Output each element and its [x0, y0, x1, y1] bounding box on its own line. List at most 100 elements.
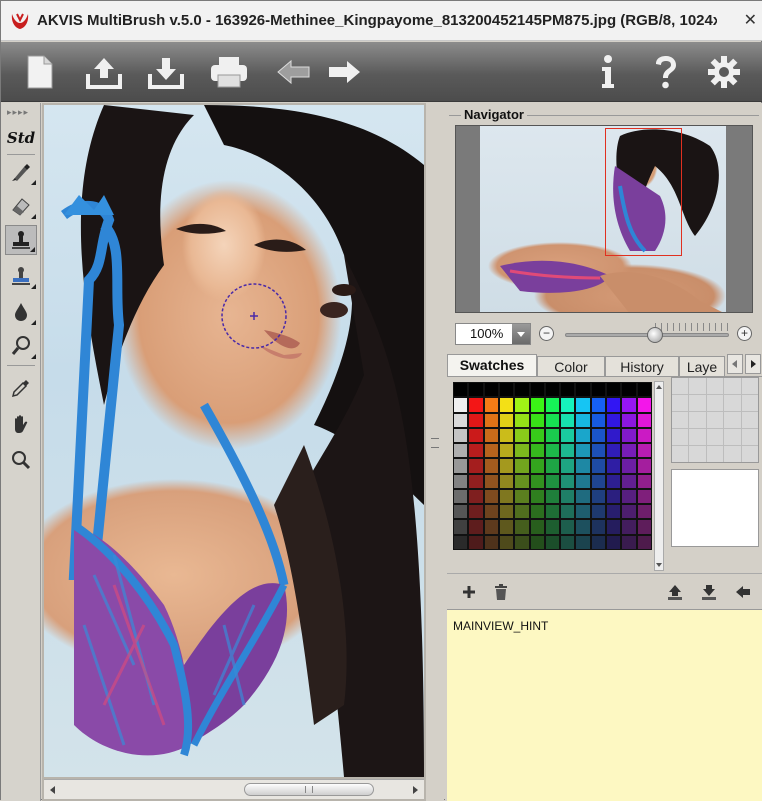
canvas-horizontal-scrollbar[interactable] [44, 779, 424, 799]
color-swatch[interactable] [622, 383, 636, 397]
color-swatch[interactable] [499, 383, 514, 397]
color-swatch[interactable] [454, 428, 468, 443]
chevron-down-icon[interactable] [512, 324, 530, 344]
color-swatch[interactable] [469, 413, 483, 427]
color-swatch[interactable] [591, 398, 606, 412]
color-swatch[interactable] [591, 444, 606, 458]
custom-swatch-slot[interactable] [724, 378, 741, 394]
load-swatches-button[interactable] [665, 582, 685, 602]
color-swatch[interactable] [576, 520, 590, 534]
custom-swatch-slot[interactable] [741, 378, 758, 394]
color-swatch[interactable] [622, 444, 636, 458]
color-swatch[interactable] [576, 535, 590, 549]
custom-swatch-slot[interactable] [724, 429, 741, 445]
color-swatch[interactable] [607, 520, 621, 534]
swatch-grid[interactable] [453, 382, 652, 550]
color-swatch[interactable] [545, 459, 560, 473]
tab-layers[interactable]: Laye [679, 356, 725, 376]
color-swatch[interactable] [622, 520, 636, 534]
color-swatch[interactable] [591, 520, 606, 534]
custom-swatch-slot[interactable] [689, 429, 706, 445]
color-swatch[interactable] [622, 535, 636, 549]
color-swatch[interactable] [484, 505, 498, 519]
color-swatch[interactable] [561, 459, 575, 473]
color-swatch[interactable] [576, 398, 590, 412]
std-mode-button[interactable]: Std [5, 123, 37, 153]
save-button[interactable] [145, 52, 187, 92]
color-swatch[interactable] [637, 489, 651, 504]
color-swatch[interactable] [561, 383, 575, 397]
color-swatch[interactable] [484, 413, 498, 427]
color-swatch[interactable] [576, 383, 590, 397]
color-swatch[interactable] [591, 489, 606, 504]
color-swatch[interactable] [484, 459, 498, 473]
color-swatch[interactable] [469, 398, 483, 412]
color-swatch[interactable] [530, 474, 544, 488]
chameleon-brush-tool[interactable] [5, 331, 37, 361]
color-swatch[interactable] [454, 535, 468, 549]
color-swatch[interactable] [576, 413, 590, 427]
custom-swatch-slot[interactable] [706, 412, 724, 428]
custom-swatch-slot[interactable] [706, 395, 724, 411]
custom-swatch-grid[interactable] [671, 377, 759, 463]
add-swatch-button[interactable] [459, 582, 479, 602]
color-swatch[interactable] [530, 459, 544, 473]
close-window-button[interactable]: ✕ [717, 10, 757, 32]
custom-swatch-slot[interactable] [672, 412, 689, 428]
color-swatch[interactable] [591, 383, 606, 397]
color-swatch[interactable] [591, 459, 606, 473]
scroll-down-icon[interactable] [656, 563, 662, 567]
custom-swatch-slot[interactable] [741, 446, 758, 462]
custom-swatch-slot[interactable] [672, 395, 689, 411]
color-swatch[interactable] [545, 535, 560, 549]
color-swatch[interactable] [499, 413, 514, 427]
custom-swatch-slot[interactable] [706, 446, 724, 462]
stamp-tool[interactable] [5, 261, 37, 291]
zoom-tool[interactable] [5, 445, 37, 475]
undo-button[interactable] [273, 52, 315, 92]
custom-swatch-slot[interactable] [706, 378, 724, 394]
color-swatch[interactable] [469, 428, 483, 443]
color-swatch[interactable] [561, 398, 575, 412]
color-swatch[interactable] [637, 398, 651, 412]
swatches-scrollbar[interactable] [654, 381, 664, 571]
color-swatch[interactable] [484, 489, 498, 504]
tabs-scroll-right-button[interactable] [745, 354, 761, 374]
color-swatch[interactable] [637, 428, 651, 443]
color-swatch[interactable] [545, 505, 560, 519]
color-swatch[interactable] [561, 535, 575, 549]
color-swatch[interactable] [515, 474, 529, 488]
color-swatch[interactable] [545, 444, 560, 458]
redo-button[interactable] [323, 52, 365, 92]
color-swatch[interactable] [576, 489, 590, 504]
color-swatch[interactable] [545, 413, 560, 427]
color-swatch[interactable] [454, 474, 468, 488]
color-swatch[interactable] [561, 428, 575, 443]
color-swatch[interactable] [515, 520, 529, 534]
color-swatch[interactable] [576, 474, 590, 488]
color-swatch[interactable] [561, 489, 575, 504]
color-swatch[interactable] [515, 444, 529, 458]
color-swatch[interactable] [530, 535, 544, 549]
color-swatch[interactable] [515, 398, 529, 412]
color-swatch[interactable] [454, 413, 468, 427]
color-swatch[interactable] [530, 428, 544, 443]
tools-grip[interactable]: ▸▸▸▸ [7, 107, 29, 118]
color-swatch[interactable] [499, 459, 514, 473]
color-swatch[interactable] [637, 383, 651, 397]
custom-swatch-slot[interactable] [672, 429, 689, 445]
color-swatch[interactable] [530, 444, 544, 458]
color-swatch[interactable] [484, 383, 498, 397]
color-swatch[interactable] [469, 535, 483, 549]
color-swatch[interactable] [607, 383, 621, 397]
color-swatch[interactable] [469, 459, 483, 473]
custom-swatch-slot[interactable] [741, 395, 758, 411]
custom-swatch-slot[interactable] [741, 429, 758, 445]
open-button[interactable] [83, 52, 125, 92]
custom-swatch-slot[interactable] [689, 412, 706, 428]
color-swatch[interactable] [530, 489, 544, 504]
tab-color[interactable]: Color [537, 356, 605, 376]
color-swatch[interactable] [591, 428, 606, 443]
color-swatch[interactable] [545, 474, 560, 488]
color-swatch[interactable] [637, 444, 651, 458]
